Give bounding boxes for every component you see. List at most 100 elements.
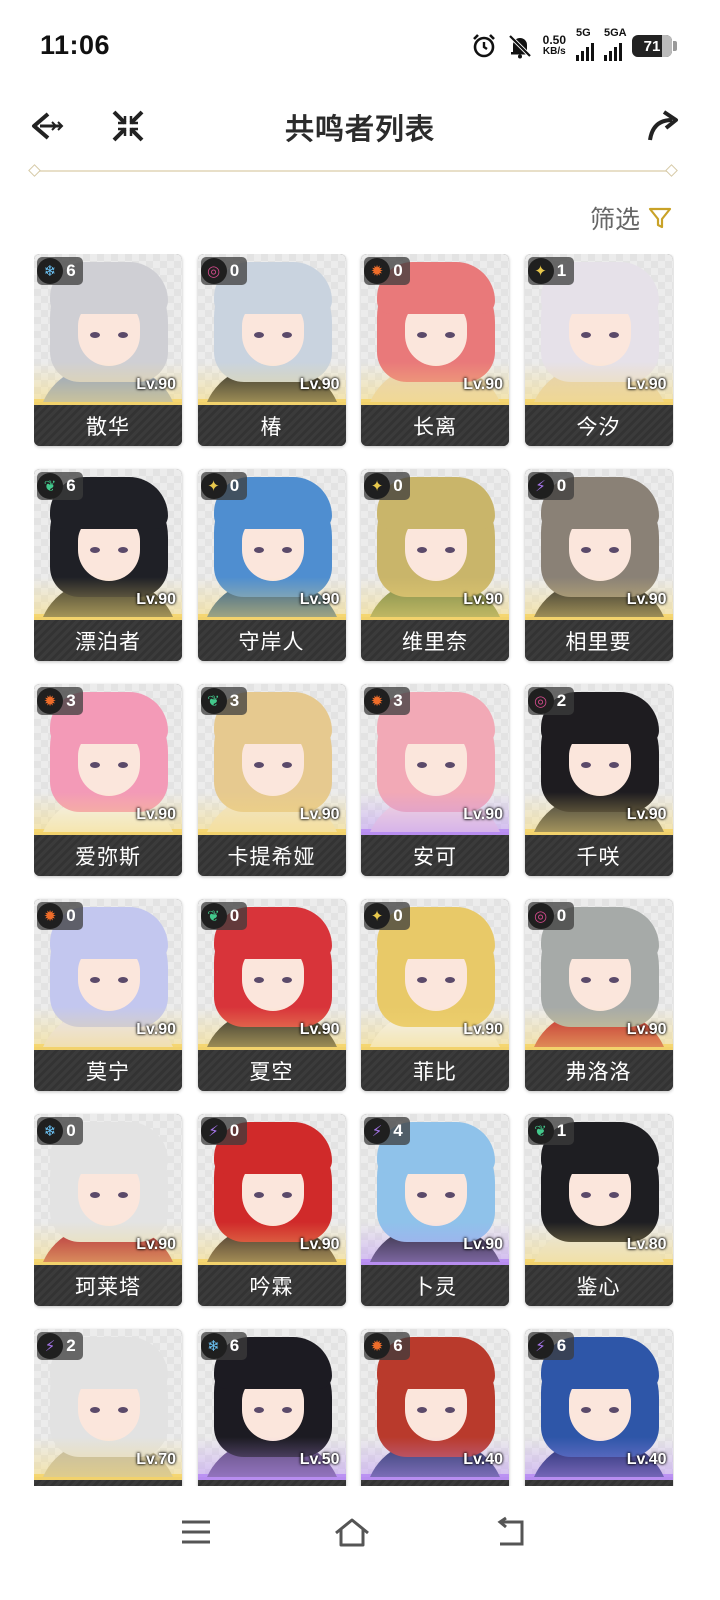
chain-badge: ✦ 0 (364, 472, 410, 500)
page-title: 共鸣者列表 (284, 114, 435, 146)
chain-count: 1 (556, 261, 567, 280)
character-card[interactable]: ⚡ 0 Lv.90 吟霖 (197, 1114, 346, 1306)
character-name: 菲比 (361, 1047, 509, 1091)
character-name: 莫宁 (34, 1047, 182, 1091)
character-card[interactable]: ⚡ 4 Lv.90 卜灵 (361, 1114, 509, 1306)
chain-badge: ✹ 6 (364, 1332, 410, 1360)
character-card[interactable]: ◎ 0 Lv.90 弗洛洛 (524, 899, 673, 1091)
chain-count: 3 (393, 691, 403, 710)
character-card[interactable]: ❄ 6 Lv.50 (197, 1329, 346, 1486)
nav-back-button[interactable] (488, 1510, 532, 1554)
fusion-element-icon: ✹ (364, 1333, 390, 1359)
character-card[interactable]: ❄ 0 Lv.90 珂莱塔 (34, 1114, 182, 1306)
electro-element-icon: ⚡ (37, 1333, 63, 1359)
chain-count: 0 (229, 476, 240, 495)
character-grid: ❄ 6 Lv.90 散华 ◎ 0 Lv.90 椿 ✹ 0 Lv.90 长离 ✦ 1 Lv.90 今汐 ❦ 6 Lv.… (34, 254, 674, 1486)
character-name: 吟霖 (197, 1262, 346, 1306)
character-level: Lv.90 (463, 806, 503, 823)
character-card[interactable]: ❦ 1 Lv.80 鉴心 (524, 1114, 673, 1306)
chain-count: 0 (66, 1121, 76, 1140)
character-level: Lv.90 (299, 591, 340, 608)
character-card[interactable]: ❦ 6 Lv.90 漂泊者 (34, 469, 182, 661)
character-name: 卡提希娅 (197, 832, 346, 876)
character-card[interactable]: ✹ 0 Lv.90 莫宁 (34, 899, 182, 1091)
chain-badge: ✦ 0 (364, 902, 410, 930)
character-card[interactable]: ◎ 2 Lv.90 千咲 (524, 684, 673, 876)
chain-badge: ✦ 1 (527, 257, 574, 285)
character-name: 安可 (361, 832, 509, 876)
character-card[interactable]: ⚡ 6 Lv.40 (524, 1329, 673, 1486)
character-level: Lv.90 (463, 376, 503, 393)
character-name: 椿 (197, 402, 346, 446)
chain-count: 0 (393, 261, 403, 280)
back-icon (497, 1516, 524, 1546)
electro-element-icon: ⚡ (364, 1118, 390, 1144)
glacio-element-icon: ❄ (37, 1118, 63, 1144)
menu-button[interactable] (174, 1510, 218, 1554)
character-level: Lv.50 (299, 1451, 340, 1468)
net-speed-unit: KB/s (542, 46, 566, 57)
character-card[interactable]: ✦ 0 Lv.90 菲比 (361, 899, 509, 1091)
filter-funnel-icon (648, 207, 672, 229)
chain-badge: ✹ 3 (37, 687, 83, 715)
character-card[interactable]: ✹ 3 Lv.90 安可 (361, 684, 509, 876)
character-name: 千咲 (524, 832, 673, 876)
character-card[interactable]: ⚡ 0 Lv.90 相里要 (524, 469, 673, 661)
character-name: 相里要 (524, 617, 673, 661)
chain-count: 4 (393, 1121, 403, 1140)
chain-count: 6 (66, 476, 76, 495)
chain-badge: ⚡ 0 (200, 1117, 247, 1145)
signal-strength-2: 5GA (604, 27, 627, 61)
character-card[interactable]: ✹ 0 Lv.90 长离 (361, 254, 509, 446)
chain-badge: ◎ 0 (200, 257, 247, 285)
character-card[interactable]: ✦ 0 Lv.90 守岸人 (197, 469, 346, 661)
chain-badge: ❦ 6 (37, 472, 83, 500)
character-level: Lv.40 (463, 1451, 503, 1468)
character-card[interactable]: ❦ 0 Lv.90 夏空 (197, 899, 346, 1091)
status-icons: 0.50 KB/s 5G 5GA 71 (471, 27, 677, 62)
character-name: 夏空 (197, 1047, 346, 1091)
chain-badge: ◎ 2 (527, 687, 574, 715)
character-name: 散华 (34, 402, 182, 446)
chain-count: 0 (66, 906, 76, 925)
character-level: Lv.90 (626, 1021, 667, 1038)
character-card[interactable]: ⚡ 2 Lv.70 (34, 1329, 182, 1486)
chain-count: 6 (393, 1336, 403, 1355)
share-button[interactable] (640, 104, 684, 148)
chain-badge: ⚡ 6 (527, 1332, 574, 1360)
character-name: 卜灵 (361, 1262, 509, 1306)
home-button[interactable] (330, 1510, 374, 1554)
character-level: Lv.90 (136, 806, 176, 823)
chain-count: 6 (229, 1336, 240, 1355)
character-level: Lv.90 (463, 1236, 503, 1253)
character-card[interactable]: ✹ 6 Lv.40 (361, 1329, 509, 1486)
character-card[interactable]: ✦ 1 Lv.90 今汐 (524, 254, 673, 446)
glacio-element-icon: ❄ (37, 258, 63, 284)
aero-element-icon: ❦ (527, 1118, 554, 1144)
header: 共鸣者列表 (0, 90, 720, 160)
character-card[interactable]: ◎ 0 Lv.90 椿 (197, 254, 346, 446)
filter-button[interactable]: 筛选 (590, 200, 672, 236)
character-card[interactable]: ✦ 0 Lv.90 维里奈 (361, 469, 509, 661)
filter-label: 筛选 (589, 206, 640, 234)
character-name: 弗洛洛 (524, 1047, 673, 1091)
electro-element-icon: ⚡ (527, 473, 554, 499)
character-card[interactable]: ❦ 3 Lv.90 卡提希娅 (197, 684, 346, 876)
havoc-element-icon: ◎ (200, 258, 227, 284)
fusion-element-icon: ✹ (37, 903, 63, 929)
character-level: Lv.90 (626, 591, 667, 608)
character-level: Lv.90 (463, 1021, 503, 1038)
home-icon (335, 1518, 369, 1547)
character-card[interactable]: ❄ 6 Lv.90 散华 (34, 254, 182, 446)
chain-badge: ⚡ 4 (364, 1117, 410, 1145)
character-level: Lv.90 (299, 1021, 340, 1038)
chain-count: 0 (393, 476, 403, 495)
chain-badge: ✦ 0 (200, 472, 247, 500)
chain-badge: ✹ 3 (364, 687, 410, 715)
spectro-element-icon: ✦ (364, 903, 390, 929)
character-level: Lv.90 (626, 376, 667, 393)
character-name: 守岸人 (197, 617, 346, 661)
character-level: Lv.90 (463, 591, 503, 608)
chain-badge: ❄ 0 (37, 1117, 83, 1145)
character-card[interactable]: ✹ 3 Lv.90 爱弥斯 (34, 684, 182, 876)
